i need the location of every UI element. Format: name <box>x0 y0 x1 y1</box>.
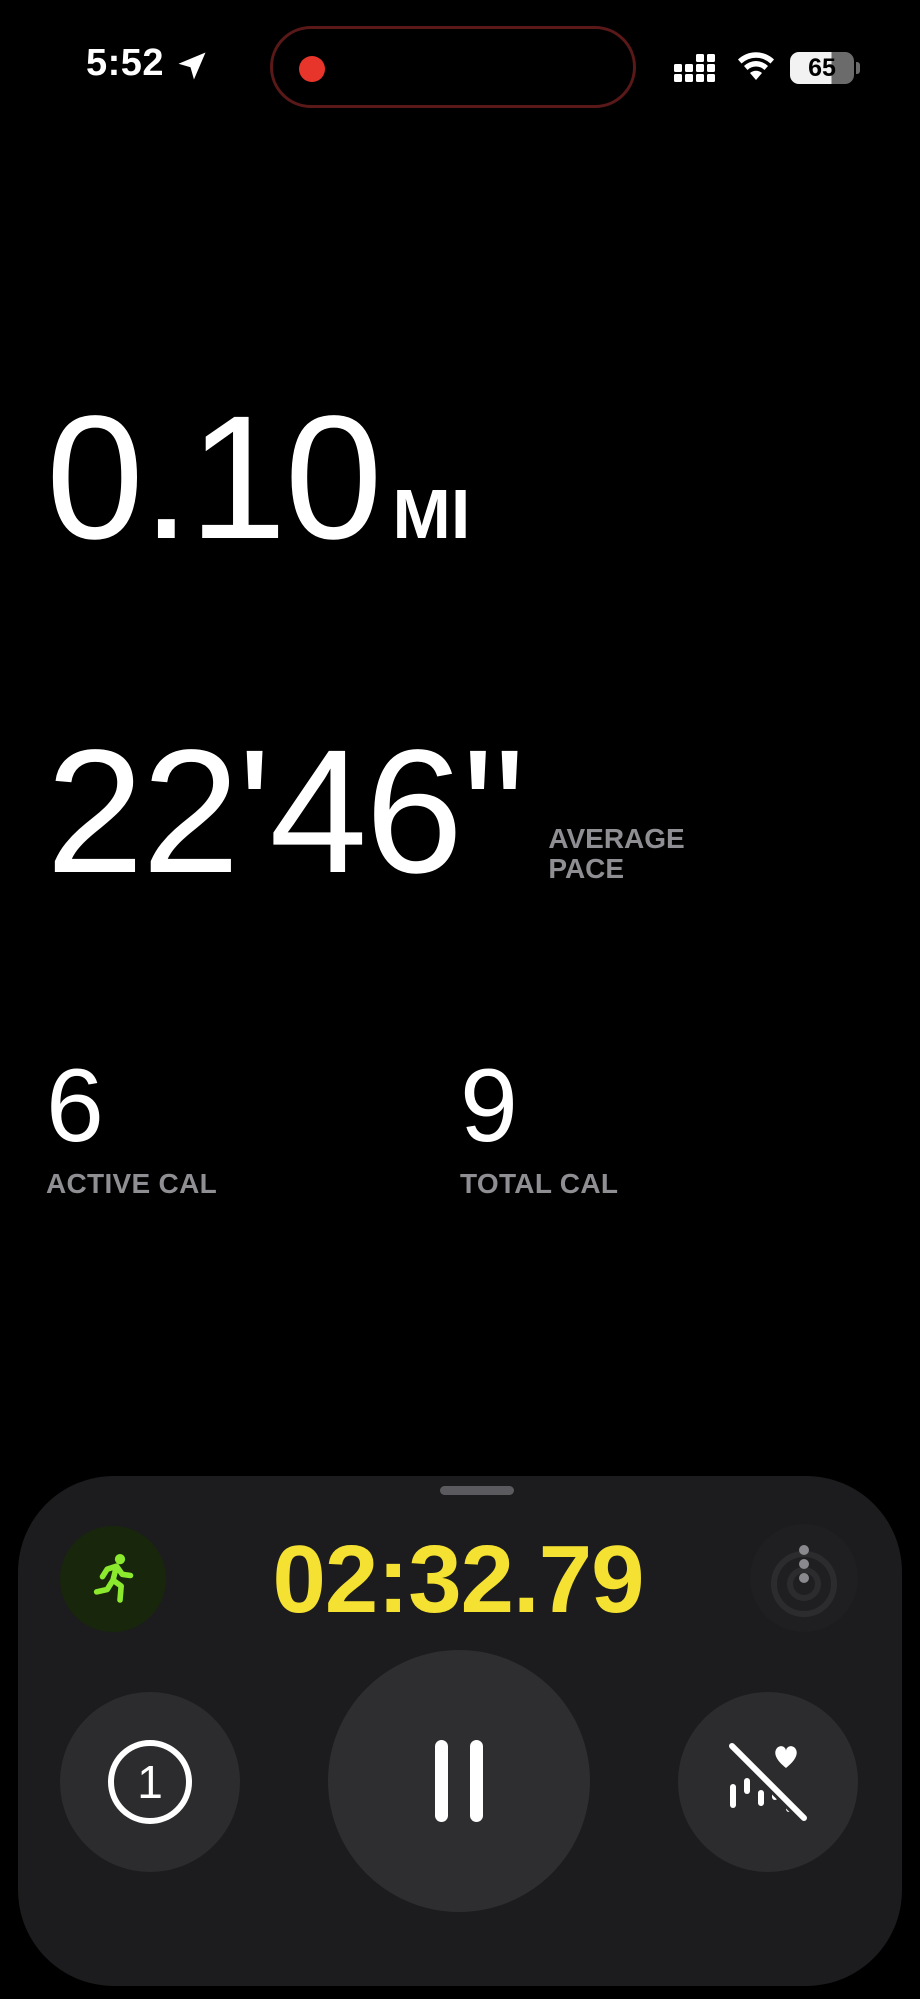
active-cal-metric: 6 ACTIVE CAL <box>46 1054 217 1200</box>
pause-icon <box>435 1740 483 1822</box>
signal-icon <box>674 54 715 82</box>
recording-dot-icon <box>299 56 325 82</box>
more-icon <box>771 1545 837 1617</box>
active-cal-label: ACTIVE CAL <box>46 1168 217 1199</box>
total-cal-value: 9 <box>460 1048 518 1164</box>
segment-number: 1 <box>137 1756 163 1808</box>
distance-metric: 0.10 MI <box>46 390 470 566</box>
pace-label: AVERAGE PACE <box>548 823 685 884</box>
pace-value: 22'46'' <box>46 714 526 910</box>
wifi-icon <box>738 52 774 80</box>
segment-button[interactable]: 1 <box>60 1692 240 1872</box>
more-button[interactable] <box>750 1524 858 1632</box>
segment-icon: 1 <box>108 1740 192 1824</box>
distance-value: 0.10 <box>46 380 383 576</box>
heart-rate-muted-icon <box>726 1740 810 1824</box>
workout-type-badge <box>60 1526 166 1632</box>
location-arrow-icon <box>178 52 206 80</box>
total-cal-label: TOTAL CAL <box>460 1168 619 1199</box>
battery-level: 65 <box>808 53 836 82</box>
heart-rate-mute-button[interactable] <box>678 1692 858 1872</box>
workout-control-panel[interactable]: 02:32.79 1 <box>18 1476 902 1986</box>
distance-unit: MI <box>392 475 471 553</box>
pause-button[interactable] <box>328 1650 590 1912</box>
elapsed-timer: 02:32.79 <box>272 1526 645 1633</box>
battery-icon: 65 <box>790 52 854 84</box>
workout-screen: 5:52 65 0.10 MI 22'46'' AVERAGE PACE 6 A… <box>0 0 920 1999</box>
total-cal-metric: 9 TOTAL CAL <box>460 1054 618 1200</box>
status-time: 5:52 <box>86 42 165 84</box>
pace-metric: 22'46'' AVERAGE PACE <box>46 724 708 900</box>
running-figure-icon <box>93 1554 134 1603</box>
active-cal-value: 6 <box>46 1048 104 1164</box>
panel-grabber[interactable] <box>440 1486 514 1495</box>
battery-cap <box>856 62 860 74</box>
dynamic-island[interactable] <box>270 26 636 108</box>
